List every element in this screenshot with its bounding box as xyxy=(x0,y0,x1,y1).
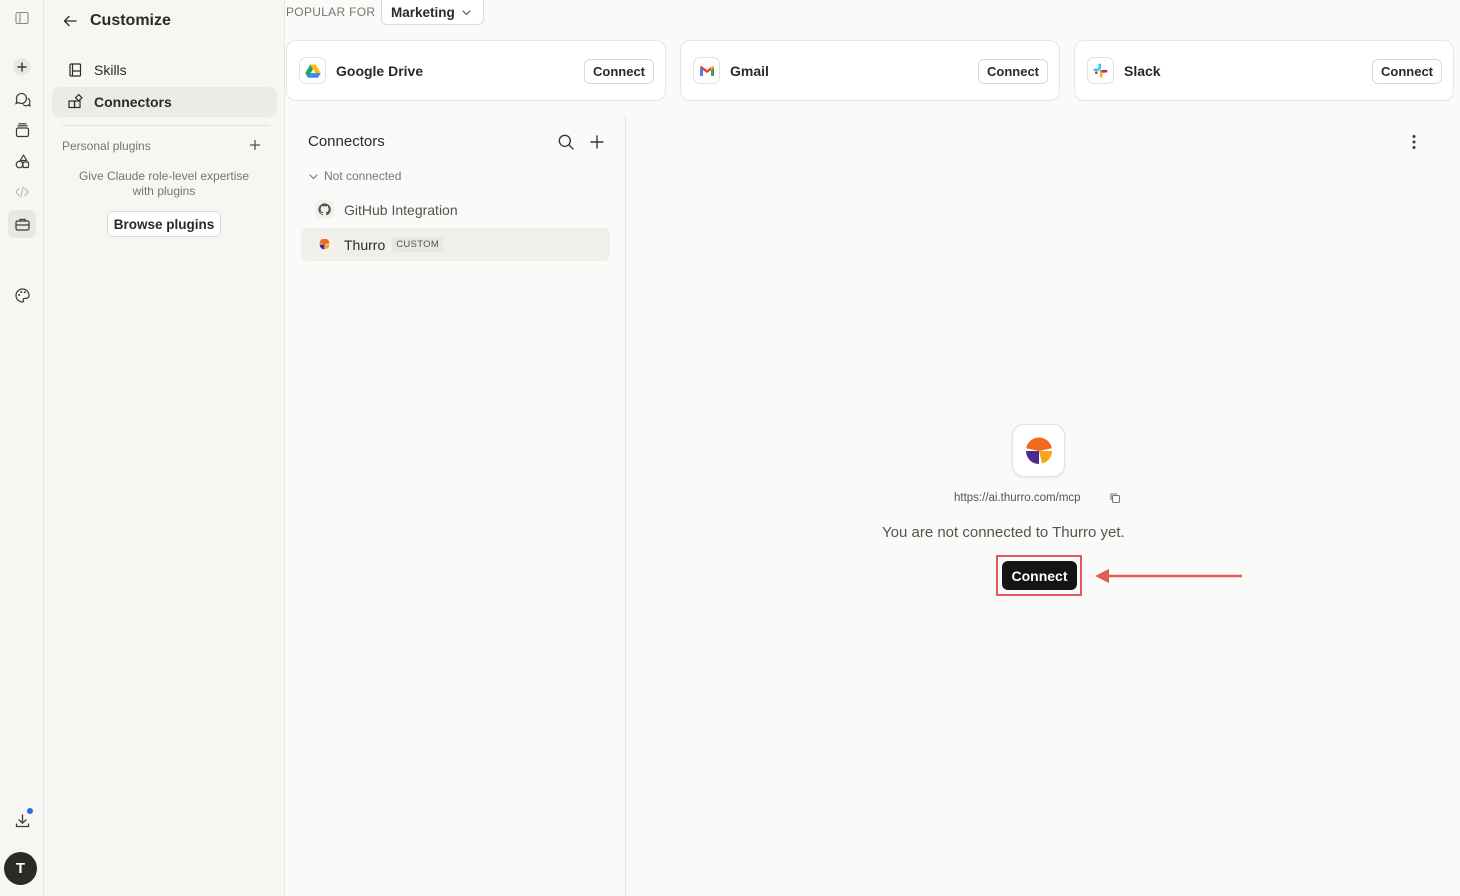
connector-row-github[interactable]: GitHub Integration xyxy=(301,193,610,226)
connector-name: Thurro xyxy=(344,236,386,253)
connect-google-drive-button[interactable]: Connect xyxy=(584,59,654,84)
thurro-icon xyxy=(315,235,334,254)
icon-rail: T xyxy=(0,0,44,896)
not-connected-group[interactable]: Not connected xyxy=(308,169,401,183)
custom-badge: CUSTOM xyxy=(392,237,444,252)
connector-name: GitHub Integration xyxy=(344,201,458,218)
category-select[interactable]: Marketing xyxy=(381,0,484,25)
app-card-google-drive: Google Drive Connect xyxy=(286,40,666,101)
nav-item-label: Connectors xyxy=(94,94,172,110)
connection-status-text: You are not connected to Thurro yet. xyxy=(882,524,1125,541)
app-name: Google Drive xyxy=(336,63,424,79)
back-arrow-icon[interactable] xyxy=(62,13,78,29)
chevron-down-icon xyxy=(308,171,319,182)
copy-icon[interactable] xyxy=(1109,492,1121,504)
search-icon[interactable] xyxy=(557,133,575,151)
projects-icon[interactable] xyxy=(8,116,36,144)
app-card-gmail: Gmail Connect xyxy=(680,40,1060,101)
connect-slack-button[interactable]: Connect xyxy=(1372,59,1442,84)
browse-plugins-button[interactable]: Browse plugins xyxy=(107,211,221,237)
connectors-list-panel: Connectors Not connected GitHub Integrat… xyxy=(286,115,626,896)
connector-row-thurro[interactable]: Thurro CUSTOM xyxy=(301,228,610,261)
new-chat-icon[interactable] xyxy=(8,53,36,81)
thurro-logo-icon xyxy=(1012,424,1065,477)
group-label: Not connected xyxy=(324,169,402,183)
sidebar-toggle-icon[interactable] xyxy=(8,4,36,32)
category-select-value: Marketing xyxy=(391,4,455,20)
nav-item-label: Skills xyxy=(94,62,127,78)
chats-icon[interactable] xyxy=(8,85,36,113)
app-card-slack: Slack Connect xyxy=(1074,40,1454,101)
github-icon xyxy=(315,200,334,219)
nav-item-connectors[interactable]: Connectors xyxy=(52,87,277,117)
connectors-list-title: Connectors xyxy=(308,133,385,150)
google-drive-icon xyxy=(299,57,326,84)
book-icon xyxy=(67,62,83,78)
add-connector-icon[interactable] xyxy=(588,133,606,151)
plugins-description: Give Claude role-level expertise with pl… xyxy=(78,169,250,198)
server-url-row: https://ai.thurro.com/mcp xyxy=(954,492,1121,504)
page-title: Customize xyxy=(90,12,171,29)
personal-plugins-label: Personal plugins xyxy=(62,139,151,153)
palette-icon[interactable] xyxy=(8,281,36,309)
chevron-down-icon xyxy=(461,7,472,18)
more-options-icon[interactable] xyxy=(1404,132,1424,152)
section-divider xyxy=(62,125,270,126)
pointer-arrow-icon xyxy=(1094,566,1244,586)
connectors-icon xyxy=(67,94,83,110)
download-icon[interactable] xyxy=(8,806,36,834)
connect-gmail-button[interactable]: Connect xyxy=(978,59,1048,84)
artifacts-icon[interactable] xyxy=(8,147,36,175)
customize-header: Customize xyxy=(62,12,171,30)
notification-dot xyxy=(27,808,33,814)
customize-panel: Customize Skills Connectors Personal plu… xyxy=(44,0,285,896)
popular-for-label: POPULAR FOR xyxy=(286,5,376,19)
user-avatar[interactable]: T xyxy=(4,852,37,885)
app-name: Gmail xyxy=(730,63,769,79)
connect-thurro-button[interactable]: Connect xyxy=(1002,561,1077,590)
code-icon[interactable] xyxy=(8,178,36,206)
add-plugin-icon[interactable] xyxy=(247,137,263,153)
slack-icon xyxy=(1087,57,1114,84)
nav-item-skills[interactable]: Skills xyxy=(52,55,277,85)
gmail-icon xyxy=(693,57,720,84)
server-url: https://ai.thurro.com/mcp xyxy=(954,492,1081,504)
app-name: Slack xyxy=(1124,63,1161,79)
customize-icon[interactable] xyxy=(8,210,36,238)
